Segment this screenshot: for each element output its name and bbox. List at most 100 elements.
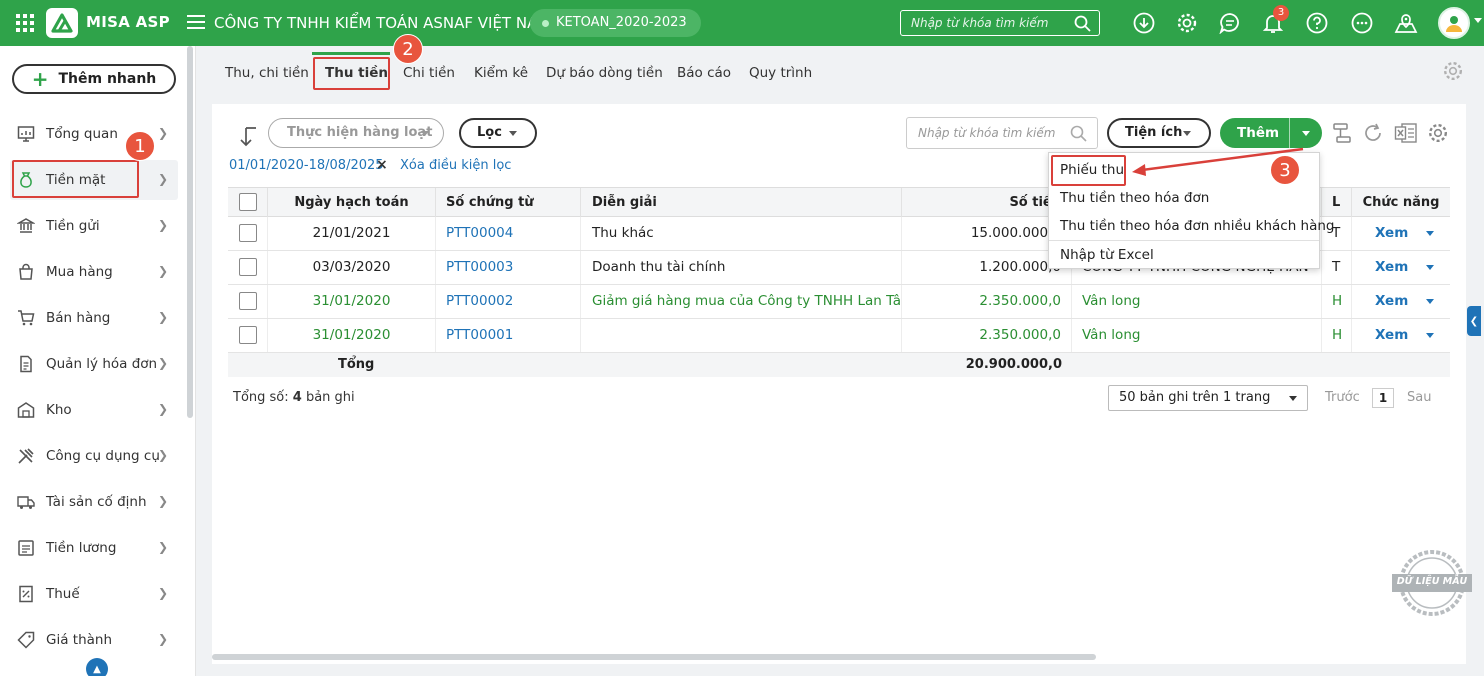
menu-item-receipt-by-invoice-multi-customer[interactable]: Thu tiền theo hóa đơn nhiều khách hàng	[1049, 212, 1335, 240]
sort-down-icon[interactable]	[238, 126, 258, 152]
add-button-label: Thêm	[1237, 125, 1280, 141]
menu-item-receipt-by-invoice[interactable]: Thu tiền theo hóa đơn	[1049, 184, 1319, 212]
filter-button[interactable]: Lọc	[459, 118, 537, 148]
sidebar-item-label: Mua hàng	[46, 264, 113, 280]
sidebar-item-tools[interactable]: Công cụ dụng cụ ❯	[10, 436, 178, 476]
record-count-prefix: Tổng số:	[233, 390, 293, 405]
cell-doc-number-link[interactable]: PTT00004	[436, 217, 581, 250]
current-page[interactable]: 1	[1372, 388, 1394, 408]
layout-customize-icon[interactable]	[1330, 121, 1354, 145]
sidebar-item-deposits[interactable]: Tiền gửi ❯	[10, 206, 178, 246]
next-page-button[interactable]: Sau	[1407, 390, 1431, 405]
tab-cash-flow-forecast[interactable]: Dự báo dòng tiền	[546, 56, 663, 90]
side-panel-toggle-chevron-left-icon[interactable]: ❮	[1467, 306, 1481, 336]
chevron-up-icon[interactable]: ▲	[86, 658, 108, 676]
add-dropdown-toggle[interactable]	[1290, 118, 1322, 148]
bulk-action-button[interactable]: Thực hiện hàng loạt	[268, 118, 444, 148]
settings-gear-icon[interactable]	[1175, 11, 1199, 35]
chevron-down-icon[interactable]	[1426, 332, 1435, 338]
tab-receipts-payments[interactable]: Thu, chi tiền	[225, 56, 309, 90]
tab-reports[interactable]: Báo cáo	[677, 56, 731, 90]
total-amount: 20.900.000,0	[965, 357, 1062, 372]
global-search-input[interactable]: Nhập từ khóa tìm kiếm	[900, 10, 1100, 36]
column-header-description[interactable]: Diễn giải	[581, 188, 902, 217]
cell-object: Vân long	[1072, 285, 1322, 318]
quick-add-button[interactable]: + Thêm nhanh	[12, 64, 176, 94]
clear-filter-close-icon[interactable]: ×	[376, 157, 388, 173]
help-icon[interactable]	[1305, 11, 1329, 35]
select-all-checkbox[interactable]	[239, 193, 257, 211]
sidebar-scrollbar[interactable]	[187, 46, 193, 418]
column-header-amount[interactable]: Số tiền	[902, 188, 1072, 217]
column-header-date[interactable]: Ngày hạch toán	[268, 188, 436, 217]
view-button[interactable]: Xem	[1375, 225, 1408, 241]
chevron-down-icon[interactable]	[1426, 298, 1435, 304]
location-map-icon[interactable]	[1394, 11, 1418, 35]
cell-doc-number-link[interactable]: PTT00003	[436, 251, 581, 284]
gear-icon[interactable]	[1442, 60, 1464, 86]
sidebar-item-purchasing[interactable]: Mua hàng ❯	[10, 252, 178, 292]
sidebar-item-cost[interactable]: Giá thành ❯	[10, 620, 178, 660]
chevron-down-icon[interactable]	[1426, 264, 1435, 270]
user-avatar[interactable]	[1438, 7, 1470, 39]
cell-actions: Xem	[1352, 251, 1450, 284]
search-placeholder: Nhập từ khóa tìm kiếm	[918, 126, 1056, 140]
search-input[interactable]: Nhập từ khóa tìm kiếm	[906, 117, 1098, 149]
chevron-right-icon: ❯	[157, 632, 168, 646]
row-checkbox[interactable]	[239, 292, 257, 310]
utilities-button[interactable]: Tiện ích	[1107, 118, 1211, 148]
tab-cash-count[interactable]: Kiểm kê	[474, 56, 528, 90]
tab-process[interactable]: Quy trình	[749, 56, 812, 90]
highlight-box-receipts-tab	[313, 57, 390, 90]
sidebar-item-warehouse[interactable]: Kho ❯	[10, 390, 178, 430]
more-options-icon[interactable]	[1350, 11, 1374, 35]
sidebar-item-invoices[interactable]: Quản lý hóa đơn ❯	[10, 344, 178, 384]
add-button[interactable]: Thêm	[1220, 118, 1322, 148]
view-button[interactable]: Xem	[1375, 293, 1408, 309]
sidebar-item-label: Tiền gửi	[46, 218, 100, 234]
avatar-dropdown-icon[interactable]	[1474, 18, 1482, 23]
chevron-right-icon: ❯	[157, 264, 168, 278]
excel-export-icon[interactable]	[1394, 121, 1418, 145]
chevron-right-icon: ❯	[157, 448, 168, 462]
row-checkbox[interactable]	[239, 258, 257, 276]
chat-icon[interactable]	[1218, 11, 1242, 35]
hamburger-menu-icon[interactable]	[187, 15, 205, 29]
payroll-icon	[16, 538, 36, 558]
sidebar-item-tax[interactable]: Thuế ❯	[10, 574, 178, 614]
column-header-doc-number[interactable]: Số chứng từ	[436, 188, 581, 217]
cell-date: 03/03/2020	[268, 251, 436, 284]
table-settings-gear-icon[interactable]	[1426, 121, 1450, 145]
chevron-down-icon[interactable]	[1426, 230, 1435, 236]
page-size-label: 50 bản ghi trên 1 trang	[1119, 390, 1271, 405]
chevron-down-icon	[421, 131, 429, 136]
app-grid-icon[interactable]	[16, 14, 34, 32]
page-size-select[interactable]: 50 bản ghi trên 1 trang	[1108, 385, 1308, 411]
view-button[interactable]: Xem	[1375, 259, 1408, 275]
chevron-right-icon: ❯	[157, 494, 168, 508]
download-icon[interactable]	[1132, 11, 1156, 35]
highlight-box-cash	[12, 160, 139, 198]
cell-doc-number-link[interactable]: PTT00001	[436, 319, 581, 352]
row-checkbox[interactable]	[239, 326, 257, 344]
prev-page-button[interactable]: Trước	[1325, 390, 1360, 405]
highlight-box-receipt-item	[1051, 155, 1126, 186]
sidebar-item-payroll[interactable]: Tiền lương ❯	[10, 528, 178, 568]
horizontal-scrollbar[interactable]	[212, 654, 1096, 660]
table-row[interactable]: 31/01/2020 PTT00002 Giảm giá hàng mua củ…	[228, 285, 1450, 319]
search-icon[interactable]	[1070, 125, 1087, 142]
row-checkbox[interactable]	[239, 224, 257, 242]
refresh-icon[interactable]	[1361, 121, 1385, 145]
date-range-filter[interactable]: 01/01/2020-18/08/2025	[229, 158, 384, 173]
cell-date: 31/01/2020	[268, 285, 436, 318]
table-row[interactable]: 31/01/2020 PTT00001 2.350.000,0 Vân long…	[228, 319, 1450, 353]
view-button[interactable]: Xem	[1375, 327, 1408, 343]
sidebar-item-sales[interactable]: Bán hàng ❯	[10, 298, 178, 338]
company-name[interactable]: CÔNG TY TNHH KIỂM TOÁN ASNAF VIỆT NAM	[214, 14, 550, 32]
database-selector[interactable]: KETOAN_2020-2023	[530, 9, 701, 37]
cell-doc-number-link[interactable]: PTT00002	[436, 285, 581, 318]
search-icon[interactable]	[1074, 15, 1091, 32]
clear-filter-link[interactable]: Xóa điều kiện lọc	[400, 158, 511, 173]
menu-item-import-excel[interactable]: Nhập từ Excel	[1049, 241, 1319, 269]
sidebar-item-fixed-assets[interactable]: Tài sản cố định ❯	[10, 482, 178, 522]
